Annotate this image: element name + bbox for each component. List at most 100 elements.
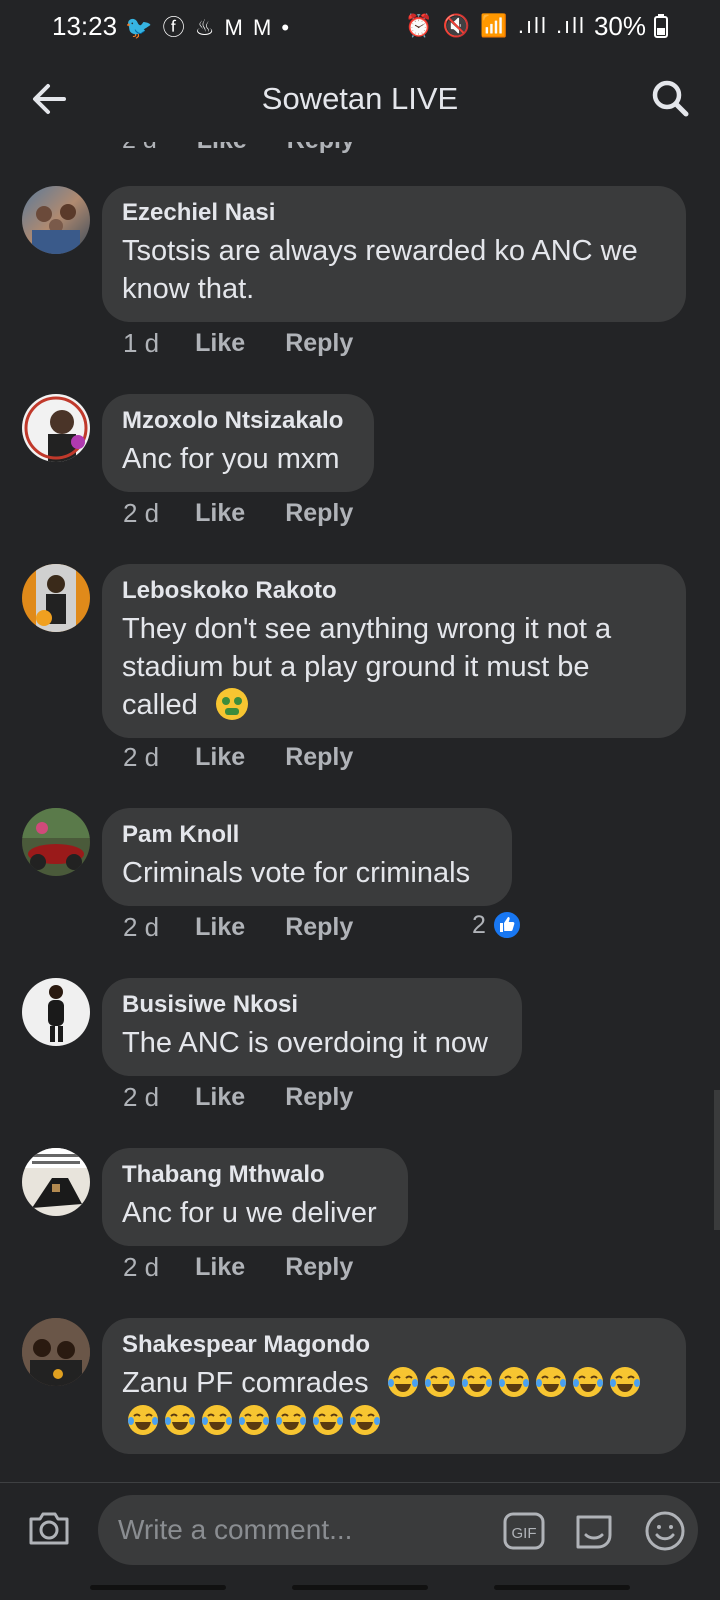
reaction-summary[interactable]: 2	[472, 910, 522, 940]
comment-text: They don't see anything wrong it not a s…	[122, 610, 666, 724]
reply-button[interactable]: Reply	[287, 142, 355, 155]
comment-author[interactable]: Mzoxolo Ntsizakalo	[122, 406, 354, 436]
comment-author[interactable]: Shakespear Magondo	[122, 1330, 666, 1360]
status-bar: 13:23 🐦 ⓕ ♨ M M • ⏰ 🔇 📶 .ıll .ıll 30%	[0, 0, 720, 52]
tears-of-joy-emoji	[313, 1405, 343, 1435]
comment-actions: 2 d Like Reply	[123, 742, 353, 773]
comment-bubble[interactable]: Ezechiel Nasi Tsotsis are always rewarde…	[102, 186, 686, 322]
avatar[interactable]	[22, 186, 90, 254]
page-title: Sowetan LIVE	[261, 81, 459, 116]
system-nav-bar	[0, 1572, 720, 1600]
like-button[interactable]: Like	[195, 743, 245, 772]
like-button[interactable]: Like	[195, 913, 245, 942]
comment-text-body: Zanu PF comrades	[122, 1367, 369, 1399]
avatar[interactable]	[22, 1148, 90, 1216]
tears-of-joy-emoji	[609, 1367, 640, 1397]
notification-icons: 🐦 ⓕ ♨ M M •	[125, 15, 292, 40]
avatar[interactable]	[22, 978, 90, 1046]
tears-of-joy-emoji	[387, 1367, 418, 1397]
comment-text: Criminals vote for criminals	[122, 857, 471, 889]
avatar[interactable]	[22, 394, 90, 462]
app-header: Sowetan LIVE	[0, 56, 720, 142]
reply-button[interactable]: Reply	[285, 743, 353, 772]
comment-composer: GIF	[0, 1482, 720, 1572]
reaction-count: 2	[472, 910, 486, 939]
comment-bubble[interactable]: Busisiwe Nkosi The ANC is overdoing it n…	[102, 978, 522, 1076]
comment-time: 2 d	[123, 1252, 160, 1282]
comment-bubble[interactable]: Thabang Mthwalo Anc for u we deliver	[102, 1148, 408, 1246]
nav-back-button[interactable]	[494, 1585, 630, 1590]
comment-time: 1 d	[123, 328, 160, 358]
back-arrow-icon[interactable]	[28, 78, 70, 120]
money-mouth-face-emoji	[215, 688, 248, 720]
comment-actions: 2 d Like Reply	[123, 912, 353, 943]
like-button[interactable]: Like	[195, 1083, 245, 1112]
comment-actions: 2 d Like Reply	[123, 1082, 353, 1113]
comment-actions: 2 d Like Reply	[123, 1252, 353, 1283]
tears-of-joy-emoji	[498, 1367, 529, 1397]
gif-icon[interactable]: GIF	[502, 1509, 546, 1553]
comment-time: 2 d	[123, 742, 160, 772]
battery-level: 30%	[593, 10, 646, 41]
scrollbar-thumb[interactable]	[714, 1090, 720, 1230]
comment-actions: 2 d Like Reply	[123, 498, 353, 529]
tears-of-joy-emoji	[535, 1367, 566, 1397]
tears-of-joy-emoji	[165, 1405, 195, 1435]
comment-text-body: They don't see anything wrong it not a s…	[122, 613, 612, 721]
svg-text:GIF: GIF	[512, 1525, 537, 1542]
tears-of-joy-emoji	[128, 1405, 158, 1435]
like-button[interactable]: Like	[195, 1253, 245, 1282]
avatar[interactable]	[22, 564, 90, 632]
avatar-photo	[36, 564, 76, 632]
tears-of-joy-emoji	[202, 1405, 232, 1435]
comment-bubble[interactable]: Shakespear Magondo Zanu PF comrades	[102, 1318, 686, 1454]
reply-button[interactable]: Reply	[285, 1083, 353, 1112]
comment-author: Leboskoko Rakoto	[122, 577, 337, 604]
comment-text: Tsotsis are always rewarded ko ANC we kn…	[122, 235, 638, 305]
reply-button[interactable]: Reply	[285, 329, 353, 358]
tears-of-joy-emoji	[239, 1405, 269, 1435]
nav-home-button[interactable]	[292, 1585, 428, 1590]
comment-bubble[interactable]: Mzoxolo Ntsizakalo Anc for you mxm	[102, 394, 374, 492]
tears-of-joy-emoji	[572, 1367, 603, 1397]
status-left: 13:23 🐦 ⓕ ♨ M M •	[52, 10, 291, 42]
comment-author[interactable]: Thabang Mthwalo	[122, 1160, 388, 1190]
avatar-photo	[48, 985, 64, 1042]
search-icon[interactable]	[650, 78, 690, 118]
comment-bubble[interactable]: Pam Knoll Criminals vote for criminals	[102, 808, 512, 906]
cut-off-comment-actions: 2 d Like Reply	[122, 142, 355, 155]
comment-time: 2 d	[123, 912, 160, 942]
system-icons: ⏰ 🔇 📶 .ıll .ıll	[405, 13, 586, 38]
thumbs-up-icon	[491, 910, 522, 940]
reply-button[interactable]: Reply	[285, 913, 353, 942]
comment-author[interactable]: Pam Knoll	[122, 820, 492, 850]
comment-text: Zanu PF comrades	[122, 1364, 666, 1440]
avatar[interactable]	[22, 808, 90, 876]
sticker-icon[interactable]	[572, 1509, 616, 1553]
like-button[interactable]: Like	[195, 329, 245, 358]
comment-text: The ANC is overdoing it now	[122, 1027, 488, 1059]
reply-button[interactable]: Reply	[285, 499, 353, 528]
comment-time: 2 d	[123, 1082, 160, 1112]
avatar-photo	[22, 1148, 90, 1208]
comment-author[interactable]: Ezechiel Nasi	[122, 198, 666, 228]
tears-of-joy-emoji	[350, 1405, 380, 1435]
tears-of-joy-emoji	[276, 1405, 306, 1435]
avatar-photo	[24, 396, 88, 462]
comment-actions: 1 d Like Reply	[123, 328, 353, 359]
comment-author[interactable]: Busisiwe Nkosi	[122, 990, 502, 1020]
comment-text: Anc for you mxm	[122, 443, 340, 475]
like-button[interactable]: Like	[197, 142, 247, 155]
comments-list[interactable]: 2 d Like Reply Ezechiel Nasi Tsotsis are…	[0, 142, 720, 1480]
nav-recent-button[interactable]	[90, 1585, 226, 1590]
emoji-icon[interactable]	[643, 1509, 687, 1553]
avatar-photo	[32, 204, 80, 254]
comment-bubble[interactable]: Leboskoko Rakoto They don't see anything…	[102, 564, 686, 738]
camera-icon[interactable]	[26, 1505, 72, 1551]
battery-icon	[654, 14, 668, 38]
reply-button[interactable]: Reply	[285, 1253, 353, 1282]
comment-text: Anc for u we deliver	[122, 1197, 377, 1229]
avatar-photo	[22, 1318, 90, 1386]
like-button[interactable]: Like	[195, 499, 245, 528]
avatar[interactable]	[22, 1318, 90, 1386]
